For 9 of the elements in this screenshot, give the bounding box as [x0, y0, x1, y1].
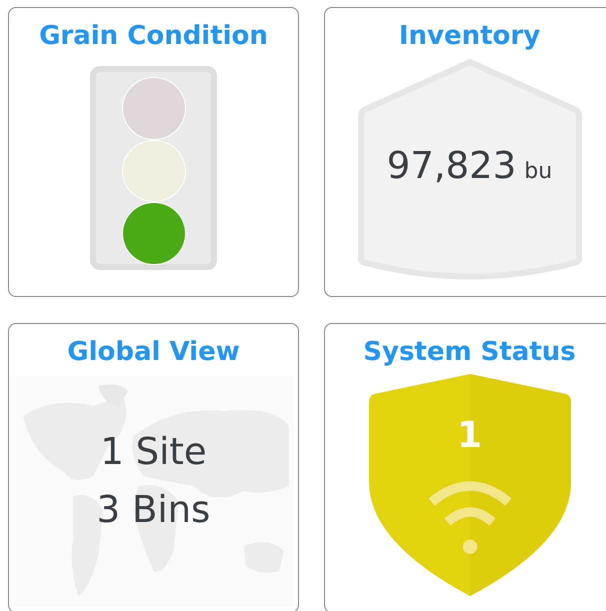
- inventory-unit: bu: [524, 159, 552, 184]
- card-title: Global View: [67, 336, 240, 368]
- summary-text: 3 Bins: [96, 487, 210, 533]
- inventory-value: 97,823: [386, 144, 516, 187]
- card-title: Grain Condition: [39, 20, 268, 52]
- card-title: Inventory: [398, 20, 540, 52]
- card-title: System Status: [363, 336, 576, 368]
- status-count: 1: [456, 414, 484, 458]
- summary-text: 1 Site: [100, 429, 207, 475]
